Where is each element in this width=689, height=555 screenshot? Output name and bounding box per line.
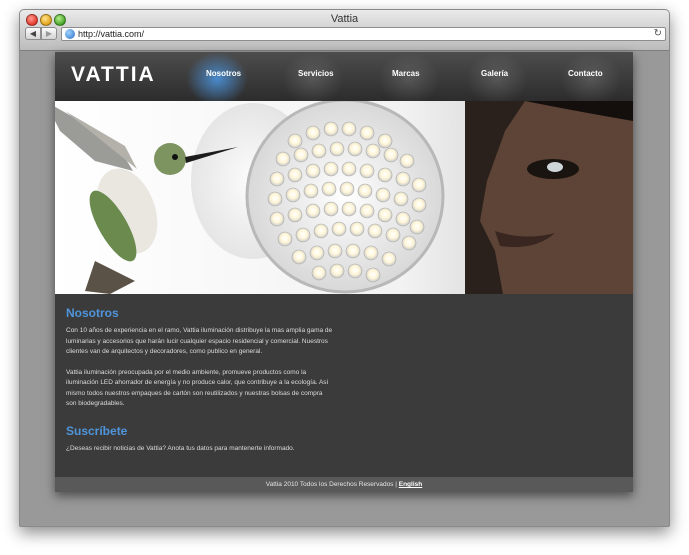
viewport: VATTIA Nosotros Servicios Marcas Galería… <box>20 52 669 526</box>
forward-button[interactable]: ▶ <box>41 27 57 40</box>
paragraph-nosotros-1: Con 10 años de experiencia en el ramo, V… <box>66 327 333 355</box>
paragraph-nosotros-2: Vattia iluminación preocupada por el med… <box>66 368 329 408</box>
back-arrow-icon: ◀ <box>29 29 37 38</box>
nav-marcas[interactable]: Marcas <box>392 69 420 78</box>
url-text[interactable]: http://vattia.com/ <box>78 28 144 40</box>
titlebar: Vattia ◀ ▶ http://vattia.com/ ↻ <box>20 10 669 51</box>
nav-galeria[interactable]: Galería <box>481 69 508 78</box>
reload-icon[interactable]: ↻ <box>654 28 662 40</box>
forward-arrow-icon: ▶ <box>45 29 53 38</box>
nav-nosotros[interactable]: Nosotros <box>206 69 241 78</box>
paragraph-suscribete: ¿Deseas recibir noticias de Vattia? Anot… <box>66 444 295 452</box>
hero-illustration <box>55 101 633 294</box>
back-button[interactable]: ◀ <box>25 27 41 40</box>
nav-servicios[interactable]: Servicios <box>298 69 334 78</box>
main-content: Nosotros Con 10 años de experiencia en e… <box>66 306 334 454</box>
section-title-nosotros: Nosotros <box>66 306 119 320</box>
address-bar[interactable]: http://vattia.com/ ↻ <box>61 27 666 41</box>
footer-copyright: Vattia 2010 Todos los Derechos Reservado… <box>265 481 397 488</box>
language-link[interactable]: English <box>399 481 422 488</box>
site-header: VATTIA Nosotros Servicios Marcas Galería… <box>55 52 633 101</box>
site-container: VATTIA Nosotros Servicios Marcas Galería… <box>55 52 633 492</box>
section-title-suscribete: Suscríbete <box>66 423 128 438</box>
browser-window: Vattia ◀ ▶ http://vattia.com/ ↻ VATTIA N… <box>19 9 670 527</box>
globe-icon <box>65 29 75 39</box>
nav-contacto[interactable]: Contacto <box>568 69 603 78</box>
window-title: Vattia <box>330 13 359 25</box>
hero-banner <box>55 101 633 294</box>
site-footer: Vattia 2010 Todos los Derechos Reservado… <box>55 477 633 492</box>
site-logo[interactable]: VATTIA <box>71 63 156 87</box>
